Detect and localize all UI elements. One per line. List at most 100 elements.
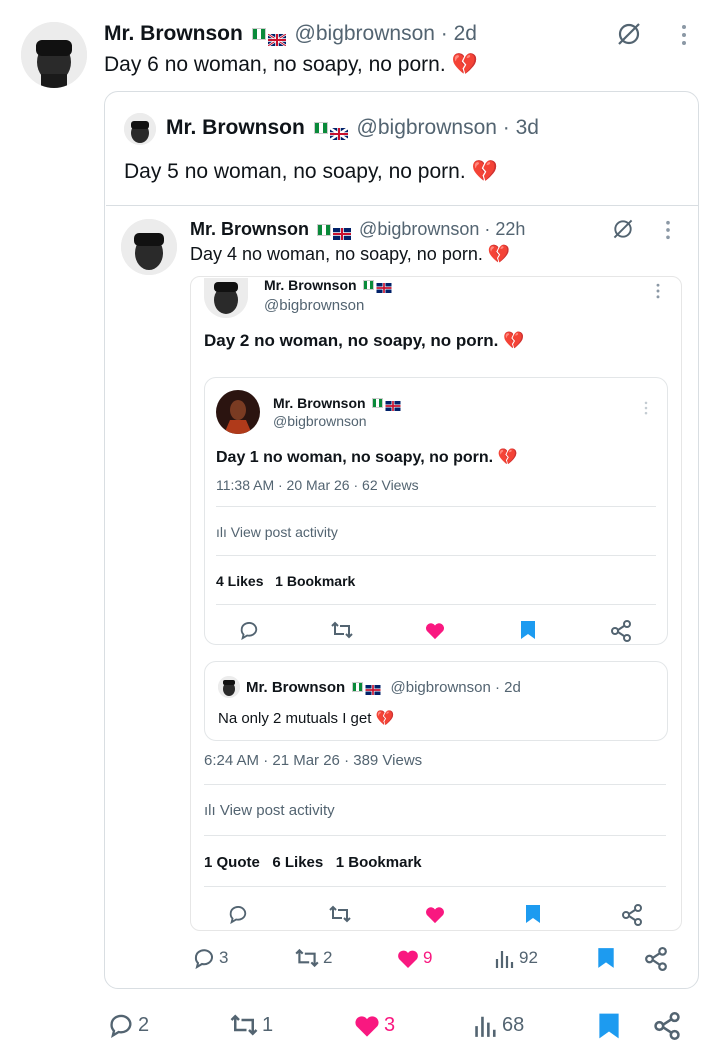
repost-icon <box>330 620 354 640</box>
quote-action-bar: 3 2 9 92 <box>192 947 670 973</box>
bookmark-icon[interactable] <box>597 947 615 969</box>
author-name[interactable]: Mr. Brownson <box>104 22 243 45</box>
activity-icon: ılı <box>216 524 227 540</box>
repost-icon <box>294 947 320 969</box>
flags <box>317 224 352 241</box>
avatar <box>124 113 156 145</box>
divider <box>216 506 656 507</box>
divider <box>216 604 656 605</box>
reply-icon <box>238 620 260 640</box>
timestamp: · 2d <box>494 679 521 696</box>
tweet-text: Day 6 no woman, no soapy, no porn. 💔 <box>104 53 478 76</box>
reply-button[interactable]: 3 <box>192 947 228 969</box>
share-icon <box>610 620 632 642</box>
broken-heart-emoji: 💔 <box>375 710 395 727</box>
repost-button[interactable]: 2 <box>294 947 332 969</box>
post-meta: 11:38 AM · 20 Mar 26 · 62 Views <box>216 477 419 493</box>
author-name: Mr. Brownson <box>166 116 305 139</box>
flags <box>251 28 287 48</box>
engagement-counts: 4 Likes 1 Bookmark <box>216 573 356 589</box>
reply-quote-text: Na only 2 mutuals I get 💔 <box>218 710 395 727</box>
author-handle: @bigbrownson <box>264 297 365 314</box>
bookmark-icon[interactable] <box>598 1012 620 1040</box>
nested-name-row: Mr. Brownson <box>273 395 406 412</box>
divider <box>216 555 656 556</box>
views-icon <box>494 947 516 969</box>
heart-icon <box>424 904 446 924</box>
view-post-activity: ılı View post activity <box>216 524 338 540</box>
divider <box>204 835 666 836</box>
heart-icon <box>424 620 446 640</box>
reply-quote-header: Mr. Brownson @bigbrownson · 2d <box>246 679 521 696</box>
tweet-action-bar: 2 1 3 68 <box>107 1012 687 1042</box>
quote-text: Day 5 no woman, no soapy, no porn. 💔 <box>124 160 498 183</box>
more-icon <box>664 220 672 240</box>
share-icon[interactable] <box>644 947 668 971</box>
author-handle: @bigbrownson <box>359 219 480 239</box>
engagement-counts: 1 Quote 6 Likes 1 Bookmark <box>204 854 422 871</box>
divider <box>204 886 666 887</box>
tweet-header: Mr. Brownson @bigbrownson · 2d <box>104 22 477 48</box>
author-handle: @bigbrownson <box>273 413 367 429</box>
activity-icon: ılı <box>204 802 216 819</box>
more-icon <box>655 283 661 299</box>
views-button[interactable]: 68 <box>473 1012 524 1038</box>
broken-heart-emoji: 💔 <box>487 244 511 264</box>
post-name-row: Mr. Brownson <box>264 277 397 294</box>
view-post-activity: ılı View post activity <box>204 802 335 819</box>
avatar[interactable] <box>21 22 87 88</box>
heart-icon <box>353 1012 381 1038</box>
broken-heart-emoji: 💔 <box>471 160 498 183</box>
broken-heart-emoji: 💔 <box>497 449 518 466</box>
bookmark-icon <box>520 620 536 640</box>
author-handle[interactable]: @bigbrownson <box>295 22 435 45</box>
nested-action-bar <box>238 620 638 642</box>
flags <box>313 122 349 142</box>
post-meta: 6:24 AM · 21 Mar 26 · 389 Views <box>204 752 423 769</box>
share-icon[interactable] <box>653 1012 681 1040</box>
post-text: Day 2 no woman, no soapy, no porn. 💔 <box>204 331 525 350</box>
bookmark-icon <box>525 904 541 924</box>
author-name: Mr. Brownson <box>190 219 310 239</box>
reply-icon <box>192 947 216 969</box>
grok-icon[interactable] <box>615 20 643 48</box>
repost-button[interactable]: 1 <box>229 1012 273 1038</box>
timestamp: · 3d <box>502 116 539 139</box>
author-name: Mr. Brownson <box>246 679 346 696</box>
broken-heart-emoji: 💔 <box>503 331 525 350</box>
avatar <box>218 676 240 698</box>
reply-button[interactable]: 2 <box>107 1012 149 1038</box>
nested-post-text: Day 1 no woman, no soapy, no porn. 💔 <box>216 449 518 466</box>
screenshot-action-bar <box>227 904 647 928</box>
author-handle: @bigbrownson <box>390 679 491 696</box>
timestamp[interactable]: · 2d <box>441 22 477 45</box>
flags <box>372 398 403 412</box>
like-button[interactable]: 3 <box>353 1012 395 1038</box>
avatar <box>121 219 177 275</box>
views-button[interactable]: 92 <box>494 947 538 969</box>
timestamp: · 22h <box>484 219 526 239</box>
more-icon[interactable] <box>680 24 688 46</box>
heart-icon <box>396 947 420 969</box>
avatar <box>216 390 260 434</box>
screenshot-header: Mr. Brownson @bigbrownson · 22h <box>190 219 526 241</box>
divider <box>204 784 666 785</box>
author-name: Mr. Brownson <box>264 277 357 293</box>
share-icon <box>621 904 643 926</box>
author-handle: @bigbrownson <box>356 116 497 139</box>
grok-icon <box>611 217 635 241</box>
repost-icon <box>229 1012 259 1038</box>
views-icon <box>473 1012 499 1038</box>
flags <box>352 682 383 696</box>
like-button[interactable]: 9 <box>396 947 432 969</box>
reply-icon <box>107 1012 135 1038</box>
repost-icon <box>328 904 352 924</box>
reply-icon <box>227 904 249 924</box>
quote-header: Mr. Brownson @bigbrownson · 3d <box>166 116 539 142</box>
reply-quote-card <box>204 661 668 741</box>
broken-heart-emoji: 💔 <box>451 53 478 76</box>
author-name: Mr. Brownson <box>273 395 366 411</box>
screenshot-text: Day 4 no woman, no soapy, no porn. 💔 <box>190 244 511 264</box>
more-icon <box>643 401 649 415</box>
flags <box>363 280 394 294</box>
